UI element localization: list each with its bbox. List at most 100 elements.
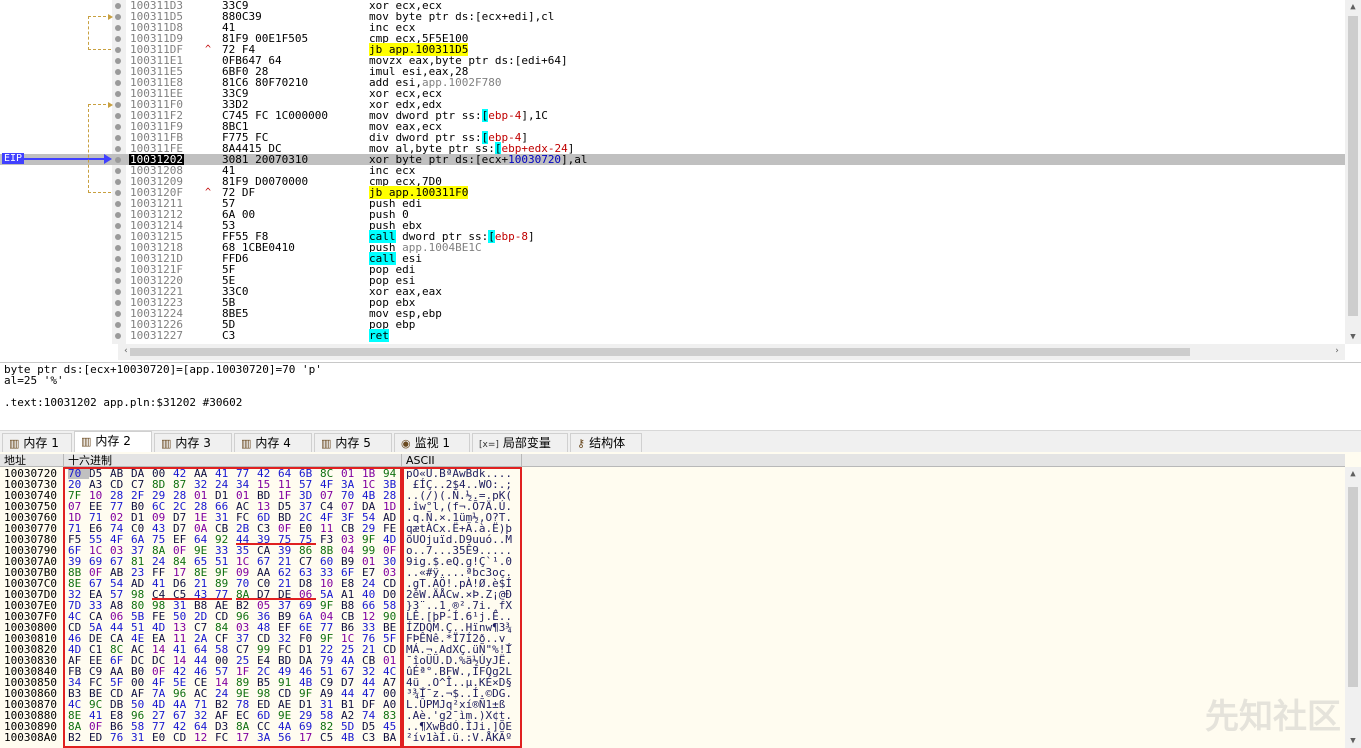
- disasm-row[interactable]: 100311FB F775 FC div dword ptr ss:[ebp-4]: [0, 131, 1345, 144]
- breakpoint-dot-icon[interactable]: [115, 91, 121, 97]
- breakpoint-dot-icon[interactable]: [115, 333, 121, 339]
- disasm-row[interactable]: 10031208 41 inc ecx: [0, 165, 1345, 176]
- scroll-thumb[interactable]: [130, 348, 1190, 356]
- column-header-filler: [522, 454, 1345, 467]
- tab-label: 内存 4: [255, 436, 291, 450]
- disasm-row[interactable]: 10031212 6A 00 push 0: [0, 209, 1345, 220]
- breakpoint-dot-icon[interactable]: [115, 102, 121, 108]
- breakpoint-dot-icon[interactable]: [115, 234, 121, 240]
- breakpoint-dot-icon[interactable]: [115, 289, 121, 295]
- breakpoint-dot-icon[interactable]: [115, 223, 121, 229]
- scroll-down-icon[interactable]: ▼: [1345, 736, 1361, 746]
- scroll-up-icon[interactable]: ▲: [1345, 469, 1361, 479]
- scroll-left-icon[interactable]: ‹: [118, 346, 134, 356]
- disasm-row[interactable]: 10031202 3081 20070310 xor byte ptr ds:[ec…: [0, 154, 1345, 165]
- disasm-row[interactable]: 10031215 FF55 F8 call dword ptr ss:[ebp-8]: [0, 230, 1345, 243]
- breakpoint-dot-icon[interactable]: [115, 179, 121, 185]
- breakpoint-dot-icon[interactable]: [115, 47, 121, 53]
- column-header-address[interactable]: 地址: [0, 454, 64, 467]
- disasm-row[interactable]: 100311EE 33C9 xor ecx,ecx: [0, 88, 1345, 99]
- breakpoint-dot-icon[interactable]: [115, 14, 121, 20]
- tab-8[interactable]: ⚷ 结构体: [570, 433, 642, 452]
- disasm-row[interactable]: 10031218 68 1CBE0410 push app.1004BE1C: [0, 242, 1345, 253]
- disasm-row[interactable]: 100311E8 81C6 80F70210 add esi,app.1002F78…: [0, 77, 1345, 88]
- memory-dump-pane[interactable]: 地址 十六进制 ASCII 10030720 70 D5 AB DA 00 42 AA 41 77…: [0, 452, 1361, 748]
- disasm-row[interactable]: 100311D3 33C9 xor ecx,ecx: [0, 0, 1345, 11]
- disasm-row[interactable]: 100311E5 6BF0 28 imul esi,eax,28: [0, 66, 1345, 77]
- breakpoint-dot-icon[interactable]: [115, 267, 121, 273]
- disasm-row[interactable]: 100311FE 8A4415 DC mov al,byte ptr ss:[ebp…: [0, 142, 1345, 155]
- breakpoint-dot-icon[interactable]: [115, 256, 121, 262]
- disasm-row[interactable]: 10031220 5E pop esi: [0, 275, 1345, 286]
- disasm-horizontal-scrollbar[interactable]: › ‹: [118, 344, 1345, 360]
- scroll-thumb[interactable]: [1348, 16, 1358, 316]
- tab-label: 内存 2: [95, 434, 131, 448]
- breakpoint-dot-icon[interactable]: [115, 157, 121, 163]
- breakpoint-dot-icon[interactable]: [115, 168, 121, 174]
- disasm-row[interactable]: 10031211 57 push edi: [0, 198, 1345, 209]
- breakpoint-dot-icon[interactable]: [115, 36, 121, 42]
- breakpoint-dot-icon[interactable]: [115, 322, 121, 328]
- disasm-row[interactable]: 10031214 53 push ebx: [0, 220, 1345, 231]
- tab-3[interactable]: ▥ 内存 3: [154, 433, 232, 452]
- asm-token: ret: [369, 329, 389, 342]
- disasm-row[interactable]: 100311D8 41 inc ecx: [0, 22, 1345, 33]
- disasm-row[interactable]: 100311DF ^ 72 F4 jb app.100311D5: [0, 43, 1345, 56]
- disasm-row[interactable]: 10031221 33C0 xor eax,eax: [0, 286, 1345, 297]
- breakpoint-dot-icon[interactable]: [115, 124, 121, 130]
- tab-7[interactable]: [x=] 局部变量: [472, 433, 568, 452]
- disasm-vertical-scrollbar[interactable]: ▲ ▼: [1345, 0, 1361, 344]
- breakpoint-dot-icon[interactable]: [115, 300, 121, 306]
- disasm-row[interactable]: 10031209 81F9 D0070000 cmp ecx,7D0: [0, 176, 1345, 187]
- breakpoint-dot-icon[interactable]: [115, 278, 121, 284]
- disasm-row[interactable]: 1003121D FFD6 call esi: [0, 252, 1345, 265]
- disasm-row[interactable]: 100311F0 33D2 xor edx,edx: [0, 99, 1345, 110]
- instruction-address: 10031227: [130, 329, 183, 342]
- disasm-row[interactable]: 10031227 C3 ret: [0, 329, 1345, 342]
- disasm-row[interactable]: 10031226 5D pop ebp: [0, 319, 1345, 330]
- disasm-row[interactable]: 100311F9 8BC1 mov eax,ecx: [0, 121, 1345, 132]
- disasm-row[interactable]: 100311E1 0FB647 64 movzx eax,byte ptr ds:[…: [0, 55, 1345, 66]
- tab-6[interactable]: ◉ 监视 1: [394, 433, 470, 452]
- breakpoint-dot-icon[interactable]: [115, 190, 121, 196]
- scroll-thumb[interactable]: [1348, 487, 1358, 687]
- tab-label: 内存 5: [335, 436, 371, 450]
- breakpoint-dot-icon[interactable]: [115, 245, 121, 251]
- tab-2[interactable]: ▥ 内存 2: [74, 431, 152, 453]
- disasm-row[interactable]: 1003121F 5F pop edi: [0, 264, 1345, 275]
- breakpoint-dot-icon[interactable]: [115, 58, 121, 64]
- column-header-hex[interactable]: 十六进制: [64, 454, 402, 467]
- breakpoint-dot-icon[interactable]: [115, 25, 121, 31]
- jump-line-loop2: [88, 104, 111, 193]
- tab-1[interactable]: ▥ 内存 1: [2, 433, 72, 452]
- breakpoint-dot-icon[interactable]: [115, 135, 121, 141]
- scroll-up-icon[interactable]: ▲: [1345, 2, 1361, 12]
- disasm-row[interactable]: 10031223 5B pop ebx: [0, 297, 1345, 308]
- breakpoint-dot-icon[interactable]: [115, 69, 121, 75]
- disasm-row[interactable]: 10031224 8BE5 mov esp,ebp: [0, 308, 1345, 319]
- breakpoint-dot-icon[interactable]: [115, 311, 121, 317]
- breakpoint-dot-icon[interactable]: [115, 3, 121, 9]
- disasm-row[interactable]: 100311D9 81F9 00E1F505 cmp ecx,5F5E100: [0, 33, 1345, 44]
- tab-5[interactable]: ▥ 内存 5: [314, 433, 392, 452]
- disassembly-pane[interactable]: 100311D3 33C9 xor ecx,ecx 100311D5 880C39 mov…: [0, 0, 1361, 362]
- info-pane: byte ptr ds:[ecx+10030720]=[app.10030720…: [0, 362, 1361, 429]
- scroll-right-icon[interactable]: ›: [1329, 346, 1345, 356]
- tab-label: 结构体: [589, 436, 626, 450]
- breakpoint-dot-icon[interactable]: [115, 80, 121, 86]
- breakpoint-dot-icon[interactable]: [115, 212, 121, 218]
- disasm-row[interactable]: 1003120F ^ 72 DF jb app.100311F0: [0, 186, 1345, 199]
- tab-label: 局部变量: [502, 436, 551, 450]
- disasm-row[interactable]: 100311F2 C745 FC 1C000000 mov dword ptr ss…: [0, 109, 1345, 122]
- tab-4[interactable]: ▥ 内存 4: [234, 433, 312, 452]
- scroll-down-icon[interactable]: ▼: [1345, 332, 1361, 342]
- breakpoint-dot-icon[interactable]: [115, 146, 121, 152]
- highlight-box-hex: [63, 467, 402, 748]
- dump-vertical-scrollbar[interactable]: ▲ ▼: [1345, 467, 1361, 748]
- underline-key-2: [152, 598, 232, 600]
- breakpoint-dot-icon[interactable]: [115, 113, 121, 119]
- disasm-row[interactable]: 100311D5 880C39 mov byte ptr ds:[ecx+edi],…: [0, 11, 1345, 22]
- column-header-ascii[interactable]: ASCII: [402, 454, 522, 467]
- jump-up-icon: ^: [205, 44, 212, 55]
- breakpoint-dot-icon[interactable]: [115, 201, 121, 207]
